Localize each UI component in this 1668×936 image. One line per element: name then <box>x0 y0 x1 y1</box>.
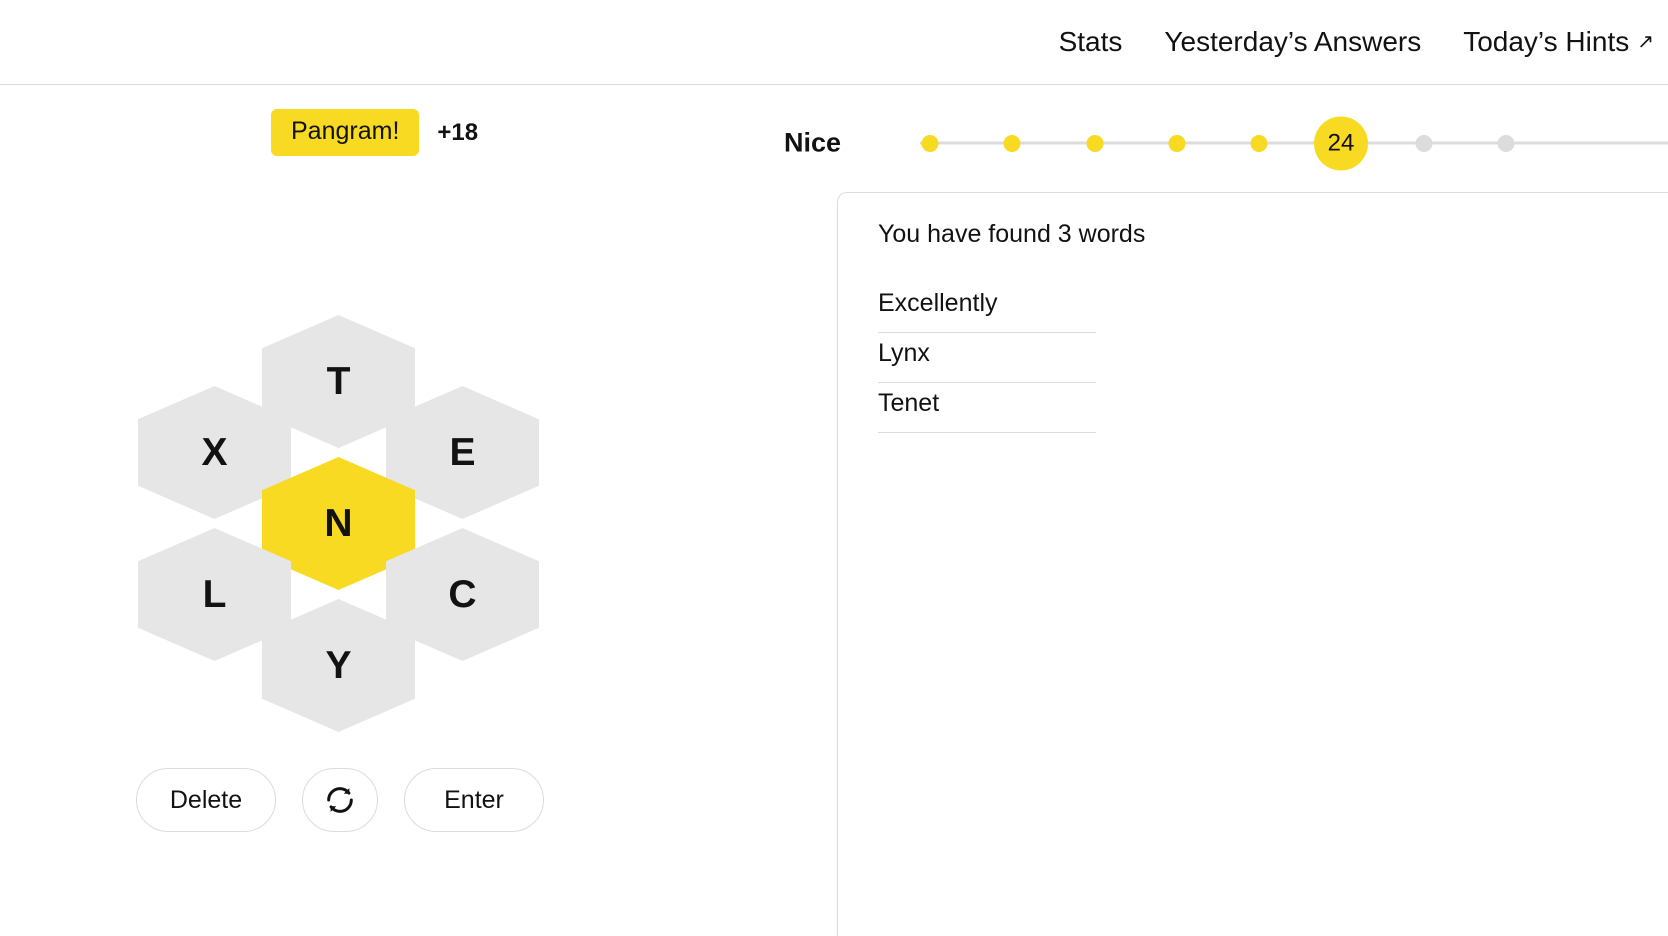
nav-item-stats[interactable]: Stats <box>1059 28 1123 56</box>
hive-letter: T <box>326 360 351 403</box>
list-item[interactable]: Lynx <box>878 333 1096 383</box>
app-header: Stats Yesterday’s Answers Today’s Hints … <box>0 0 1668 85</box>
nav-item-todays-hints-label: Today’s Hints <box>1463 26 1630 57</box>
spelling-bee-page: Stats Yesterday’s Answers Today’s Hints … <box>0 0 1668 936</box>
delete-button[interactable]: Delete <box>136 768 276 832</box>
shuffle-refresh-icon <box>327 787 353 813</box>
progress-dot <box>1415 134 1433 152</box>
progress-dot <box>921 134 939 152</box>
nav-item-stats-label: Stats <box>1058 26 1123 57</box>
hive-letter: L <box>202 573 227 616</box>
hive-controls: Delete Enter <box>136 768 544 832</box>
nav-item-yesterdays-answers-label: Yesterday’s Answers <box>1164 26 1422 57</box>
external-link-arrow-icon: ↗ <box>1637 31 1654 53</box>
hive: X T E N L Y C <box>138 291 540 732</box>
puzzle-column: Pangram! +18 X T E N L Y C Delete Enter <box>0 85 836 936</box>
hive-letter: E <box>449 431 476 474</box>
hive-letter: C <box>448 573 477 616</box>
list-item[interactable]: Excellently <box>878 283 1096 333</box>
progress-dot-current: 24 <box>1314 116 1368 170</box>
hive-letter: X <box>201 431 228 474</box>
word-list-panel: You have found 3 words Excellently Lynx … <box>837 192 1668 936</box>
status-column: Nice 24 You have found 3 words Excellent… <box>784 85 1668 936</box>
progress-dot <box>1086 134 1104 152</box>
rank-progress-bar[interactable]: Nice 24 <box>784 109 1668 177</box>
found-words-list: Excellently Lynx Tenet <box>878 283 1096 433</box>
pangram-badge: Pangram! <box>271 109 420 156</box>
found-words-count: You have found 3 words <box>878 220 1146 248</box>
rank-label: Nice <box>784 127 842 158</box>
points-awarded: +18 <box>437 118 479 146</box>
list-item[interactable]: Tenet <box>878 383 1096 433</box>
progress-track: 24 <box>920 116 1668 170</box>
progress-dot <box>1003 134 1021 152</box>
progress-dot <box>1168 134 1186 152</box>
progress-dot <box>1497 134 1515 152</box>
nav-item-yesterdays-answers[interactable]: Yesterday’s Answers <box>1164 28 1421 56</box>
nav-item-todays-hints[interactable]: Today’s Hints ↗ <box>1463 28 1654 56</box>
hive-letter: Y <box>325 644 352 687</box>
shuffle-button[interactable] <box>302 768 378 832</box>
header-nav: Stats Yesterday’s Answers Today’s Hints … <box>1059 0 1654 84</box>
message-banner: Pangram! +18 <box>271 109 478 156</box>
hive-letter: N <box>324 502 353 545</box>
progress-dot <box>1250 134 1268 152</box>
enter-button[interactable]: Enter <box>404 768 544 832</box>
